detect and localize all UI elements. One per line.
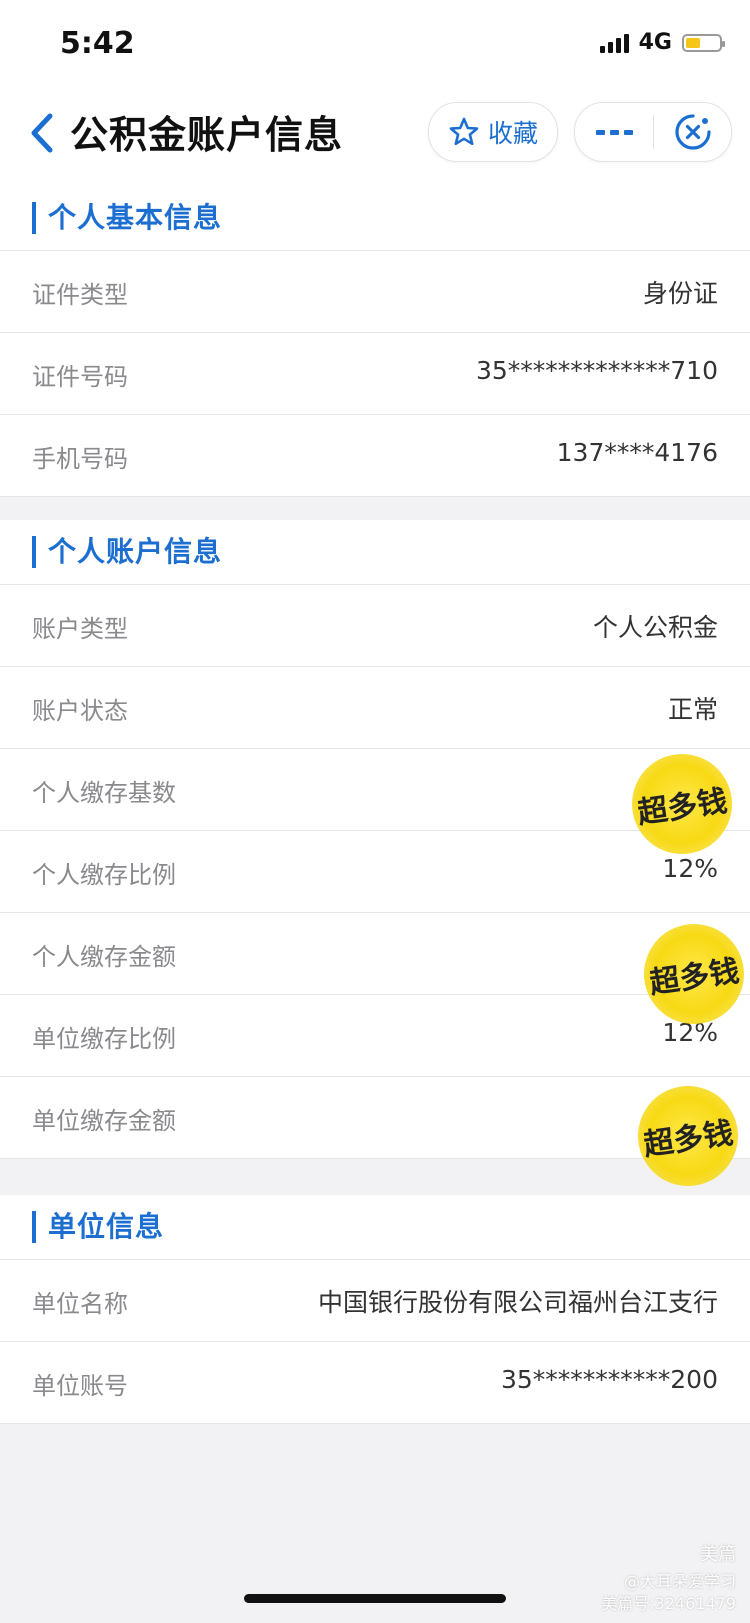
row-value: 35*************710 <box>475 356 718 385</box>
info-row-employer-ratio: 单位缴存比例 12% <box>0 995 750 1077</box>
row-label: 单位账号 <box>32 1372 128 1400</box>
sticker-text: 超多钱 <box>635 783 730 832</box>
home-indicator <box>244 1594 506 1603</box>
favorite-label: 收藏 <box>487 119 538 148</box>
network-type: 4G <box>638 30 672 55</box>
info-row-account-type: 账户类型 个人公积金 <box>0 585 750 667</box>
watermark-brand: 美篇 <box>700 1544 736 1565</box>
page-title: 公积金账户信息 <box>70 113 344 157</box>
row-value: 身份证 <box>642 279 718 308</box>
row-value: 个人公积金 <box>592 613 718 642</box>
money-sticker: 超多钱 <box>632 754 732 854</box>
info-row-account-status: 账户状态 正常 <box>0 667 750 749</box>
row-label: 单位缴存比例 <box>32 1025 176 1053</box>
info-row-employer-name: 单位名称 中国银行股份有限公司福州台江支行 <box>0 1260 750 1342</box>
more-dots-icon[interactable] <box>575 103 653 161</box>
info-row-id-type: 证件类型 身份证 <box>0 251 750 333</box>
status-time: 5:42 <box>60 26 135 61</box>
section-header: 个人基本信息 <box>0 186 750 251</box>
section-basic-info: 个人基本信息 证件类型 身份证 证件号码 35*************710 … <box>0 186 750 497</box>
section-account-info: 个人账户信息 账户类型 个人公积金 账户状态 正常 个人缴存基数 个人缴存比例 … <box>0 520 750 1159</box>
section-header: 个人账户信息 <box>0 520 750 585</box>
money-sticker: 超多钱 <box>638 1086 738 1186</box>
star-outline-icon <box>449 117 479 146</box>
back-button[interactable] <box>26 108 66 158</box>
close-button[interactable] <box>654 103 731 161</box>
row-value: 137****4176 <box>556 438 718 467</box>
row-label: 个人缴存基数 <box>32 779 176 807</box>
row-label: 单位缴存金额 <box>32 1107 176 1135</box>
row-label: 手机号码 <box>32 445 128 473</box>
status-indicators: 4G <box>599 30 725 55</box>
signal-icon <box>599 33 629 53</box>
info-row-personal-amount: 个人缴存金额 <box>0 913 750 995</box>
row-value: 12% <box>662 854 718 883</box>
info-row-personal-ratio: 个人缴存比例 12% <box>0 831 750 913</box>
row-value: 35***********200 <box>500 1365 718 1394</box>
watermark-author: @大耳朵爱学习 <box>623 1572 736 1591</box>
section-title: 个人账户信息 <box>48 535 223 568</box>
info-row-employer-account: 单位账号 35***********200 <box>0 1342 750 1424</box>
row-label: 账户状态 <box>32 697 128 725</box>
money-sticker: 超多钱 <box>644 924 744 1024</box>
sticker-text: 超多钱 <box>641 1115 736 1164</box>
close-target-icon <box>674 114 711 150</box>
row-label: 个人缴存比例 <box>32 861 176 889</box>
section-title: 个人基本信息 <box>48 201 223 234</box>
row-value: 正常 <box>667 695 718 724</box>
row-label: 证件类型 <box>32 281 128 309</box>
section-accent-bar <box>32 202 36 234</box>
row-value: 中国银行股份有限公司福州台江支行 <box>317 1288 718 1317</box>
section-title: 单位信息 <box>48 1210 165 1243</box>
battery-icon <box>682 33 725 52</box>
info-row-employer-amount: 单位缴存金额 <box>0 1077 750 1159</box>
mini-program-capsule <box>574 102 732 162</box>
watermark-id: 美篇号:32461479 <box>601 1594 736 1613</box>
sticker-text: 超多钱 <box>647 953 742 1002</box>
row-label: 账户类型 <box>32 615 128 643</box>
row-label: 证件号码 <box>32 363 128 391</box>
section-accent-bar <box>32 1211 36 1243</box>
section-header: 单位信息 <box>0 1195 750 1260</box>
favorite-button[interactable]: 收藏 <box>428 102 558 162</box>
info-row-phone: 手机号码 137****4176 <box>0 415 750 497</box>
info-row-id-number: 证件号码 35*************710 <box>0 333 750 415</box>
row-label: 个人缴存金额 <box>32 943 176 971</box>
row-label: 单位名称 <box>32 1290 128 1318</box>
section-accent-bar <box>32 536 36 568</box>
section-employer-info: 单位信息 单位名称 中国银行股份有限公司福州台江支行 单位账号 35******… <box>0 1195 750 1424</box>
